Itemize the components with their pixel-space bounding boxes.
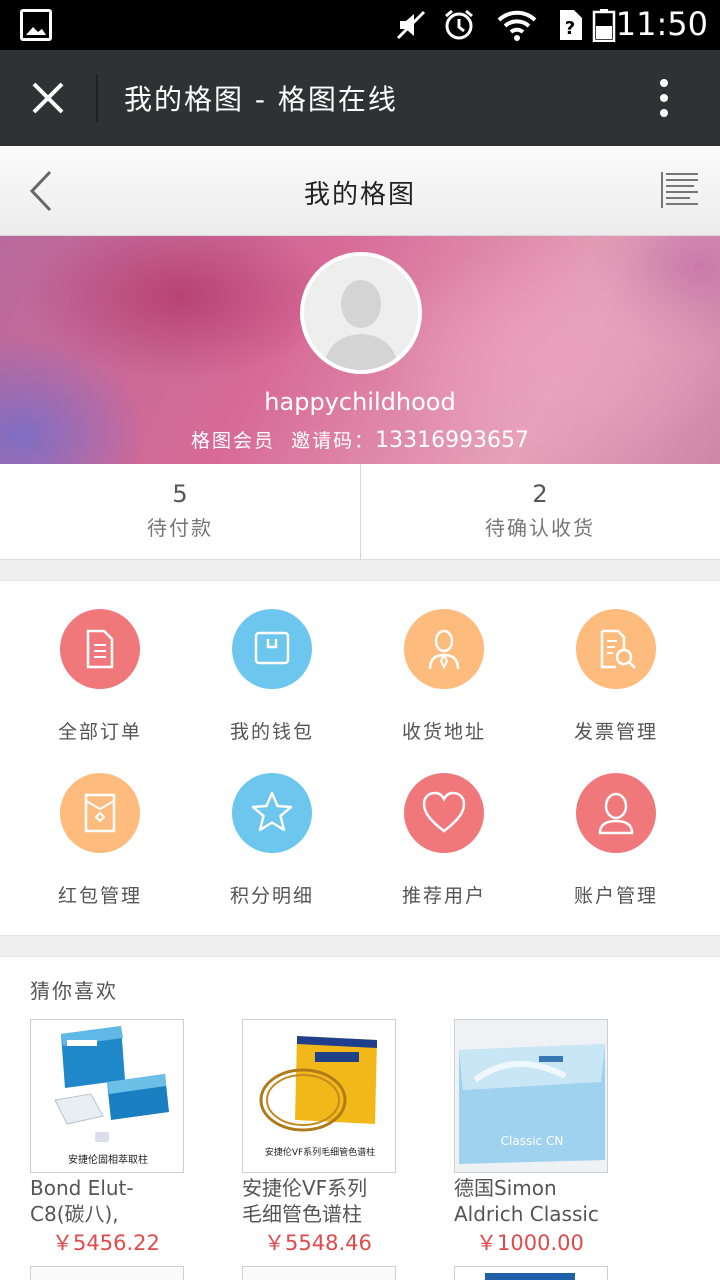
- menu-red-envelope[interactable]: 红包管理: [10, 745, 190, 909]
- document-icon: [86, 629, 114, 669]
- product-image-partial[interactable]: [30, 1266, 184, 1280]
- wifi-icon: [497, 10, 537, 41]
- product-price: ￥5548.46: [264, 1231, 372, 1255]
- stat-label: 待确认收货: [485, 516, 595, 540]
- menu-label: 红包管理: [57, 885, 142, 907]
- thumb-caption: Classic CN: [500, 1134, 564, 1148]
- product-image: 安捷伦固相萃取柱: [30, 1019, 184, 1173]
- stat-pending-receipt[interactable]: 2 待确认收货: [360, 464, 720, 560]
- heart-icon: [422, 791, 466, 833]
- menu-label: 发票管理: [573, 721, 658, 743]
- menu-icon-circle: [60, 609, 140, 689]
- thumb-caption: 安捷伦固相萃取柱: [68, 1155, 148, 1166]
- product-price: ￥5456.22: [52, 1231, 160, 1255]
- menu-icon-circle: [404, 773, 484, 853]
- section-title: 猜你喜欢: [30, 979, 118, 1003]
- menu-account[interactable]: 账户管理: [526, 745, 706, 909]
- box-edge: [485, 1273, 575, 1280]
- clock: 11:50: [615, 5, 708, 43]
- more-options-icon[interactable]: [652, 78, 676, 118]
- invite-label: 邀请码：: [291, 430, 376, 452]
- username: happychildhood: [264, 388, 456, 416]
- menu-referral[interactable]: 推荐用户: [354, 745, 534, 909]
- status-bar: ? 11:50: [0, 0, 720, 50]
- product-card[interactable]: 安捷伦固相萃取柱 Bond Elut- C8(碳八), ￥5456.22: [30, 1019, 220, 1257]
- browser-title-bar: 我的格图 - 格图在线: [0, 50, 720, 146]
- menu-label: 推荐用户: [401, 885, 486, 907]
- thumb-caption: 安捷伦VF系列毛细管色谱柱: [264, 1148, 376, 1158]
- title-divider: [96, 74, 98, 122]
- menu-icon-circle: [576, 609, 656, 689]
- menu-label: 我的钱包: [229, 721, 314, 743]
- product-image-partial[interactable]: [454, 1266, 608, 1280]
- menu-icon-circle: [404, 609, 484, 689]
- menu-icon-circle: [576, 773, 656, 853]
- mute-icon: [396, 10, 426, 40]
- default-avatar-icon: [304, 256, 418, 370]
- menu-address[interactable]: 收货地址: [354, 581, 534, 745]
- menu-wallet[interactable]: 我的钱包: [182, 581, 362, 745]
- profile-banner: happychildhood 格图会员 邀请码：13316993657: [0, 236, 720, 464]
- product-image: 安捷伦VF系列毛细管色谱柱: [242, 1019, 396, 1173]
- product-price: ￥1000.00: [476, 1231, 584, 1255]
- menu-points[interactable]: 积分明细: [182, 745, 362, 909]
- function-grid: 全部订单 我的钱包 收货地址 发票管理 红包管理 积分明细 推荐用户 账户管理: [0, 580, 720, 936]
- person-tie-icon: [428, 629, 460, 670]
- stat-label: 待付款: [147, 516, 213, 540]
- no-sim-icon: ?: [560, 10, 582, 40]
- wallet-icon: [254, 631, 290, 665]
- battery-icon: [592, 9, 616, 42]
- invite-code: 13316993657: [375, 428, 530, 453]
- stat-count: 2: [532, 480, 548, 508]
- user-icon: [598, 792, 634, 835]
- product-card[interactable]: 安捷伦VF系列毛细管色谱柱 安捷伦VF系列 毛细管色谱柱 ￥5548.46: [242, 1019, 432, 1257]
- member-info: 格图会员 邀请码：13316993657: [0, 426, 720, 453]
- invoice-search-icon: [600, 629, 636, 669]
- page-header: 我的格图: [0, 146, 720, 236]
- menu-label: 全部订单: [57, 721, 142, 743]
- menu-label: 积分明细: [229, 885, 314, 907]
- menu-invoice[interactable]: 发票管理: [526, 581, 706, 745]
- gallery-notification-icon: [20, 9, 52, 41]
- product-image-partial[interactable]: [242, 1266, 396, 1280]
- order-stats: 5 待付款 2 待确认收货: [0, 464, 720, 560]
- red-envelope-icon: [84, 793, 116, 833]
- svg-text:?: ?: [565, 18, 575, 39]
- member-level: 格图会员: [190, 430, 275, 452]
- page-title: 我的格图: [303, 180, 416, 210]
- product-name: 德国Simon Aldrich Classic: [454, 1176, 599, 1226]
- recommendations: 猜你喜欢 安捷伦固相萃取柱 Bond Elut- C8(碳八), ￥5456.2…: [0, 956, 720, 1280]
- list-menu-icon[interactable]: [660, 170, 700, 210]
- menu-icon-circle: [60, 773, 140, 853]
- menu-all-orders[interactable]: 全部订单: [10, 581, 190, 745]
- menu-icon-circle: [232, 773, 312, 853]
- star-icon: [251, 791, 293, 832]
- menu-label: 账户管理: [573, 885, 658, 907]
- menu-icon-circle: [232, 609, 312, 689]
- app-screen: ? 11:50 我的格图 - 格图在线 我的格图 happychildhood …: [0, 0, 720, 1280]
- menu-label: 收货地址: [401, 721, 486, 743]
- window-title: 我的格图 - 格图在线: [124, 83, 398, 116]
- product-name: Bond Elut- C8(碳八),: [30, 1176, 134, 1226]
- avatar[interactable]: [300, 252, 422, 374]
- stat-count: 5: [172, 480, 188, 508]
- product-image: Classic CN: [454, 1019, 608, 1173]
- close-icon[interactable]: [30, 80, 66, 116]
- stat-pending-payment[interactable]: 5 待付款: [0, 464, 360, 560]
- alarm-icon: [445, 9, 473, 40]
- product-photo: [455, 1020, 607, 1172]
- product-card[interactable]: Classic CN 德国Simon Aldrich Classic ￥1000…: [454, 1019, 644, 1257]
- product-name: 安捷伦VF系列 毛细管色谱柱: [242, 1176, 368, 1226]
